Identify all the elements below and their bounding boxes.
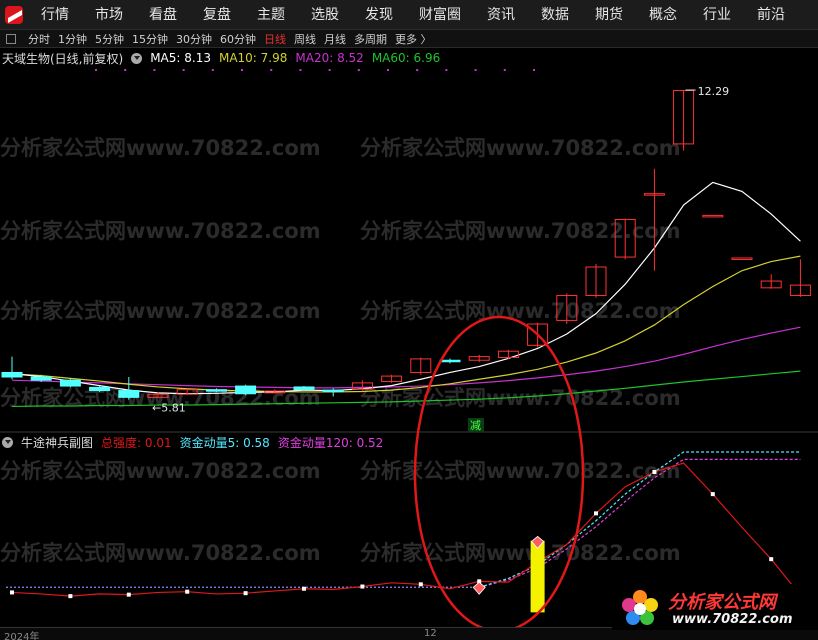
strength-marker bbox=[10, 590, 14, 595]
stock-name[interactable]: 天域生物(日线,前复权) bbox=[2, 50, 123, 67]
signal-dot bbox=[124, 69, 127, 71]
strength-marker bbox=[710, 492, 715, 497]
signal-dot bbox=[95, 69, 97, 71]
reduce-tag: 减 bbox=[470, 419, 481, 432]
signal-dot bbox=[241, 69, 243, 71]
ma60-label: MA60: 6.96 bbox=[371, 51, 441, 65]
indicator-dropdown-icon[interactable] bbox=[2, 436, 13, 448]
signal-dot bbox=[387, 69, 389, 71]
strength-marker bbox=[68, 594, 73, 599]
total-strength-line bbox=[11, 462, 801, 597]
strength-marker bbox=[302, 586, 306, 591]
strength-marker bbox=[418, 582, 423, 587]
strength-marker bbox=[594, 511, 598, 516]
candle-body bbox=[118, 390, 140, 398]
signal-dot bbox=[270, 69, 273, 71]
candle-body bbox=[322, 389, 344, 393]
high-price-label: 12.29 bbox=[698, 85, 730, 98]
signal-dot bbox=[153, 69, 156, 71]
signal-dot bbox=[445, 69, 448, 71]
strength-marker bbox=[652, 469, 657, 474]
candle-body bbox=[30, 376, 52, 381]
signal-dot bbox=[416, 69, 419, 71]
strength-marker bbox=[185, 589, 190, 594]
strength-marker bbox=[769, 557, 774, 562]
axis-month: 12 bbox=[424, 628, 437, 639]
signal-dot bbox=[211, 69, 214, 71]
ma5-line bbox=[11, 181, 801, 395]
signal-dot bbox=[357, 69, 360, 71]
ma5-label: MA5: 8.13 bbox=[150, 51, 211, 65]
candle-body bbox=[702, 214, 724, 218]
watermark-text: 分析家公式网www.70822.com bbox=[0, 219, 321, 243]
ma10-line bbox=[11, 255, 801, 393]
buy-signal-bar bbox=[530, 540, 545, 613]
axis-year: 2024年 bbox=[4, 632, 40, 640]
candle-body bbox=[235, 385, 257, 395]
flow5-label: 资金动量5: 0.58 bbox=[179, 435, 270, 450]
candle-body bbox=[293, 386, 315, 391]
candle-body bbox=[89, 386, 111, 392]
candle-body bbox=[731, 257, 753, 260]
watermark-text: 分析家公式网www.70822.com bbox=[0, 541, 321, 565]
watermark-text: 分析家公式网www.70822.com bbox=[360, 459, 681, 483]
brand-name: 分析家公式网 bbox=[668, 592, 776, 613]
kline-chart[interactable]: 分析家公式网www.70822.com 分析家公式网www.70822.com分析… bbox=[0, 0, 818, 640]
watermark-text: 分析家公式网www.70822.com bbox=[0, 299, 321, 323]
signal-dot bbox=[474, 69, 477, 71]
watermark-text: 分析家公式网www.70822.com bbox=[360, 136, 681, 160]
candle-body bbox=[59, 379, 81, 387]
watermark-text: 分析家公式网www.70822.com bbox=[0, 136, 321, 160]
watermark-text: 分析家公式网www.70822.com bbox=[0, 459, 321, 483]
ma10-label: MA10: 7.98 bbox=[218, 51, 288, 65]
brand-url: www.70822.com bbox=[672, 612, 793, 627]
diamond-signal-icon bbox=[472, 581, 486, 595]
strength-marker bbox=[126, 592, 131, 597]
brand-badge: 分析家公式网 www.70822.com bbox=[612, 584, 818, 630]
signal-dot bbox=[182, 69, 185, 71]
ma20-line bbox=[11, 326, 801, 389]
strength-marker bbox=[360, 584, 365, 589]
indicator-legend: 牛途神兵副图 总强度: 0.01 资金动量5: 0.58 资金动量120: 0.… bbox=[2, 434, 383, 450]
settings-dropdown-icon[interactable] bbox=[131, 52, 143, 64]
watermark-text: 分析家公式网www.70822.com bbox=[360, 386, 681, 410]
candle-body bbox=[1, 371, 23, 378]
flower-logo-icon bbox=[622, 590, 658, 625]
main-legend: 天域生物(日线,前复权) MA5: 8.13 MA10: 7.98 MA20: … bbox=[2, 50, 440, 66]
ma20-label: MA20: 8.52 bbox=[295, 51, 364, 65]
signal-dot bbox=[533, 69, 535, 71]
watermark-text: 分析家公式网www.70822.com bbox=[360, 219, 681, 243]
signal-dot bbox=[299, 69, 302, 71]
candle-body bbox=[205, 389, 227, 392]
indicator-name[interactable]: 牛途神兵副图 bbox=[21, 434, 93, 451]
low-price-label: ←5.81 bbox=[152, 402, 186, 415]
total-strength-label: 总强度: 0.01 bbox=[101, 435, 172, 450]
signal-dot bbox=[328, 69, 331, 71]
candle-body bbox=[439, 359, 461, 363]
strength-marker bbox=[243, 591, 248, 596]
signal-dot bbox=[503, 69, 506, 71]
watermark-text: 分析家公式网www.70822.com bbox=[360, 541, 681, 565]
flow120-label: 资金动量120: 0.52 bbox=[277, 435, 384, 450]
watermark-text: 分析家公式网www.70822.com bbox=[360, 299, 681, 323]
